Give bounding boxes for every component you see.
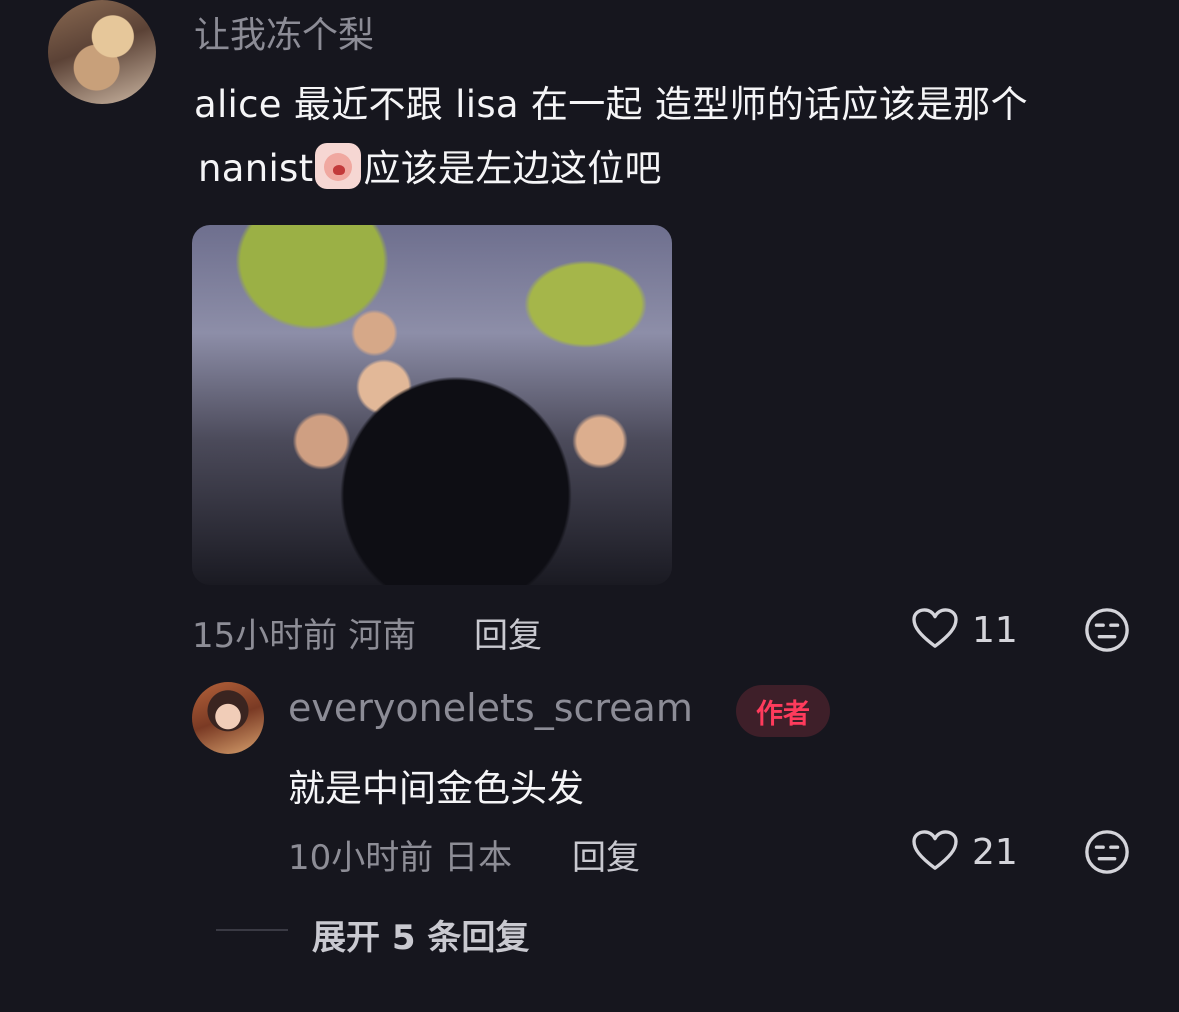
commenter-username[interactable]: 让我冻个梨 bbox=[194, 6, 374, 58]
reply-text: 就是中间金色头发 bbox=[288, 767, 584, 810]
unamused-face-icon bbox=[1085, 608, 1129, 652]
heart-icon bbox=[912, 830, 958, 870]
heart-icon bbox=[912, 608, 958, 648]
reply-like-button[interactable] bbox=[912, 830, 958, 876]
commenter-avatar[interactable] bbox=[48, 0, 156, 104]
reply-like-count: 21 bbox=[972, 832, 1018, 873]
reply-time-location: 10小时前 日本 bbox=[288, 838, 513, 878]
comment-dislike-button[interactable] bbox=[1084, 607, 1130, 657]
comment-photo[interactable] bbox=[192, 225, 672, 585]
replier-avatar[interactable] bbox=[192, 682, 264, 754]
comment-text-line1: alice 最近不跟 lisa 在一起 造型师的话应该是那个 bbox=[194, 83, 1028, 126]
reply-dislike-button[interactable] bbox=[1084, 829, 1130, 879]
comment-like-count: 11 bbox=[972, 610, 1018, 651]
comment-text-part2: 应该是左边这位吧 bbox=[363, 147, 662, 190]
crying-face-sticker-icon bbox=[315, 143, 362, 189]
author-badge: 作者 bbox=[736, 685, 830, 737]
unamused-face-icon bbox=[1085, 830, 1129, 874]
comment-text-line2: nanist 应该是左边这位吧 bbox=[198, 138, 662, 192]
comment-text-part1: nanist bbox=[198, 147, 314, 190]
comment-reply-button[interactable]: 回复 bbox=[474, 608, 542, 657]
reply-reply-button[interactable]: 回复 bbox=[572, 830, 640, 879]
expand-replies-button[interactable]: 展开 5 条回复 bbox=[312, 910, 529, 959]
replier-username[interactable]: everyonelets_scream bbox=[288, 686, 693, 730]
comment-time-location: 15小时前 河南 bbox=[192, 616, 417, 656]
thread-divider bbox=[216, 929, 288, 931]
comment-like-button[interactable] bbox=[912, 608, 958, 654]
